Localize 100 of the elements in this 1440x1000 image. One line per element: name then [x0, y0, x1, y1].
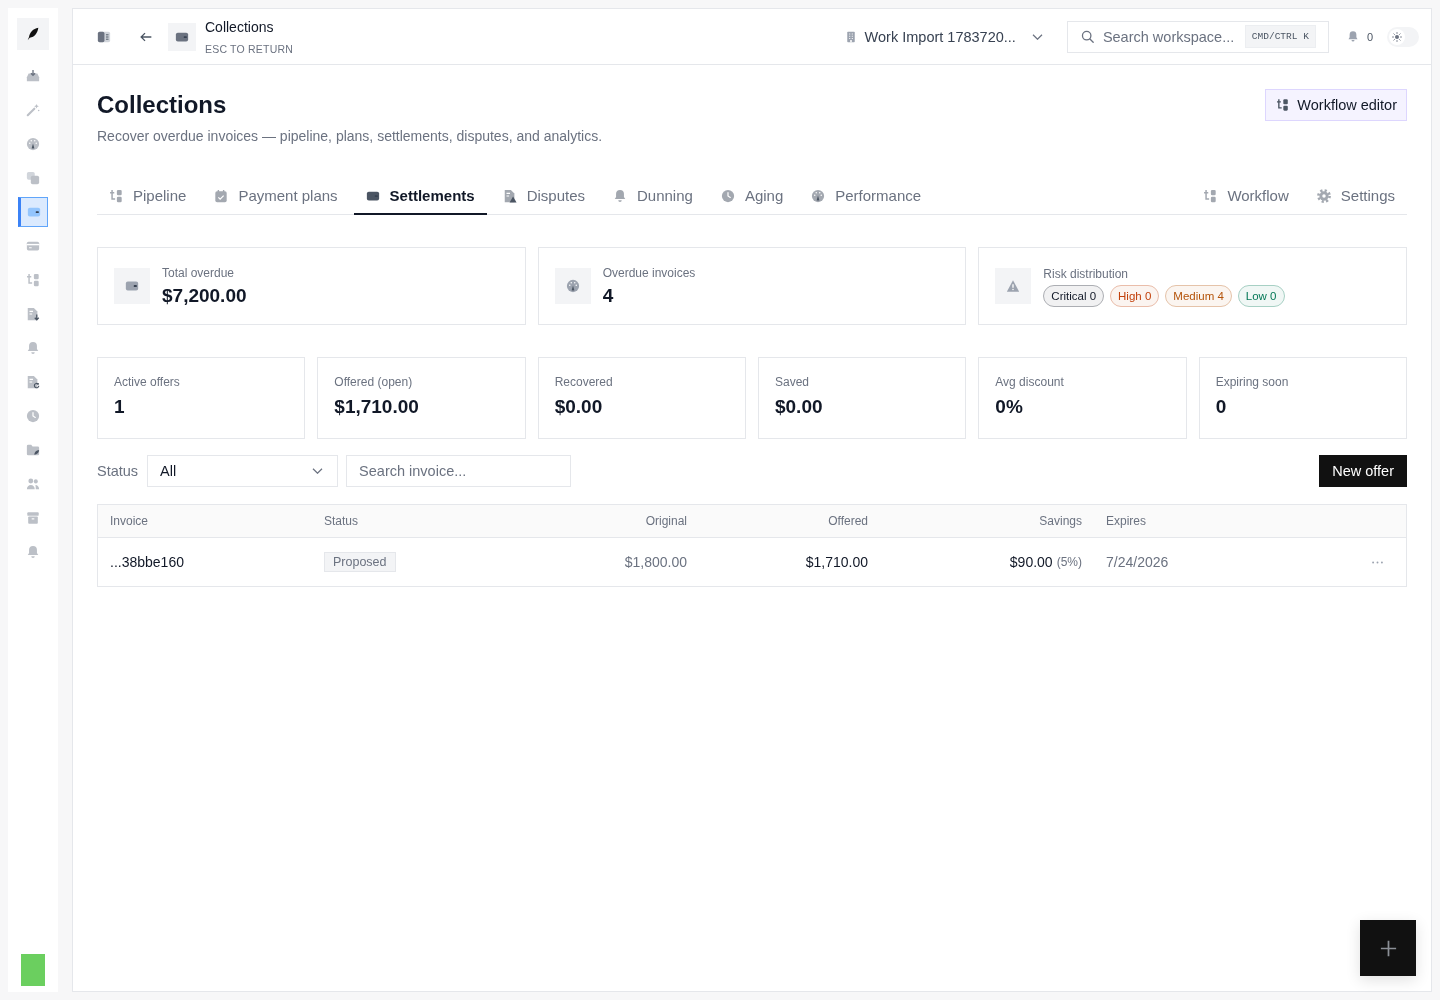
avatar-icon[interactable] [21, 954, 45, 986]
column-header: Savings [1038, 513, 1083, 530]
search-icon [1080, 30, 1094, 43]
document-download-icon [26, 307, 40, 321]
wallet-icon [114, 268, 150, 304]
theme-toggle[interactable] [1387, 26, 1419, 47]
archive-box-icon [26, 511, 40, 525]
metric-label: Avg discount [995, 374, 1065, 390]
settings-icon [1316, 188, 1331, 203]
page-title: Collections [97, 90, 228, 120]
sun-icon [1389, 28, 1405, 45]
metric-value: 1 [114, 395, 126, 419]
metric-label: Saved [775, 374, 810, 390]
metric-value: $0.00 [775, 395, 824, 419]
summary-value: 4 [602, 283, 615, 308]
status-select[interactable]: All [147, 455, 339, 487]
metric-label: Expiring soon [1215, 374, 1290, 390]
copy-icon [26, 171, 40, 185]
invoice-search-field[interactable]: Search invoice... [346, 455, 572, 487]
column-header: Invoice [109, 513, 150, 530]
sidebar-item[interactable] [18, 197, 48, 227]
hierarchy-icon [1276, 98, 1290, 112]
tab-link[interactable]: Settings [1304, 178, 1407, 215]
tab[interactable]: Payment plans [202, 178, 350, 215]
savings-amount: $90.00 [1009, 554, 1053, 570]
building-icon [844, 29, 857, 44]
chevron-down-icon [312, 468, 324, 474]
gauge-icon [811, 188, 826, 203]
clock-icon [720, 188, 735, 203]
bell-icon [613, 188, 627, 203]
warning-icon [995, 268, 1032, 304]
new-offer-button[interactable]: New offer [1319, 455, 1407, 487]
more-icon[interactable] [1371, 560, 1383, 564]
metric-value: 0 [1215, 395, 1228, 419]
metric-label: Recovered [554, 374, 614, 390]
shortcut-hint: CMD/CTRL K [1244, 25, 1316, 48]
users-icon [26, 477, 40, 491]
column-header: Offered [827, 513, 869, 530]
notifications-button[interactable]: 0 [1346, 30, 1373, 43]
plus-icon [1379, 939, 1397, 957]
workspace-search-box[interactable]: Search workspace... CMD/CTRL K [1066, 20, 1329, 53]
sidebar-toggle-icon[interactable] [97, 29, 111, 44]
wallet-icon [168, 22, 196, 51]
tab[interactable]: Dunning [601, 178, 705, 215]
risk-badge: Medium 4 [1165, 284, 1232, 307]
table-cell-text: ...38bbe160 [109, 553, 185, 572]
gauge-icon [554, 268, 591, 304]
arrow-left-icon[interactable] [140, 31, 152, 42]
risk-badge: Low 0 [1237, 284, 1285, 307]
metric-value: 0% [995, 395, 1024, 419]
summary-label: Total overdue [162, 264, 236, 281]
workflow-editor-button[interactable]: Workflow editor [1265, 89, 1407, 121]
hierarchy-icon [109, 188, 123, 203]
page-breadcrumb-title: Collections [205, 18, 275, 36]
column-header: Status [323, 513, 360, 530]
feather-icon [17, 18, 49, 50]
status-tag: Proposed [324, 552, 396, 572]
tab[interactable]: Settlements [353, 178, 487, 215]
wallet-icon [27, 205, 41, 219]
tray-download-icon [26, 69, 40, 83]
bell-icon [26, 545, 40, 559]
calendar-check-icon [214, 188, 229, 203]
bell-icon [1346, 30, 1359, 43]
metric-value: $1,710.00 [334, 395, 420, 419]
summary-label: Overdue invoices [602, 264, 696, 281]
tab[interactable]: Pipeline [97, 178, 199, 215]
risk-badge: High 0 [1110, 284, 1160, 307]
table-cell-text: $1,710.00 [804, 553, 869, 572]
document-warning-icon [502, 188, 517, 203]
column-header: Expires [1105, 513, 1147, 530]
workspace-selector[interactable]: Work Import 1783720... [838, 28, 1049, 45]
summary-label: Risk distribution [1043, 265, 1130, 282]
tab-link[interactable]: Workflow [1191, 178, 1301, 215]
page-subtitle: Recover overdue invoices — pipeline, plans, settlements, disputes, and analytics. [97, 127, 603, 145]
column-header: Original [644, 513, 688, 530]
tab[interactable]: Aging [708, 178, 796, 215]
hierarchy-icon [1203, 188, 1218, 203]
bell-icon [26, 341, 40, 355]
metric-value: $0.00 [554, 395, 604, 419]
add-button[interactable] [1360, 920, 1416, 976]
table-cell-text: $1,800.00 [623, 553, 688, 572]
folder-icon [26, 443, 40, 457]
metric-label: Active offers [114, 374, 181, 390]
workspace-search-field[interactable]: Search workspace... [1102, 28, 1236, 45]
tab[interactable]: Performance [799, 178, 934, 215]
credit-card-icon [26, 239, 40, 253]
escape-hint: ESC TO RETURN [205, 42, 293, 55]
status-filter-label: Status [97, 463, 139, 479]
gauge-icon [26, 137, 40, 151]
clock-icon [26, 409, 40, 423]
table-cell-text: 7/24/2026 [1105, 553, 1170, 572]
wand-icon [26, 103, 40, 117]
document-refresh-icon [26, 375, 40, 389]
risk-badge: Critical 0 [1043, 284, 1105, 307]
tab[interactable]: Disputes [490, 178, 597, 215]
hierarchy-icon [26, 273, 40, 287]
metric-label: Offered (open) [334, 374, 414, 390]
savings-percent: (5%) [1056, 555, 1082, 569]
summary-value: $7,200.00 [162, 283, 247, 308]
chevron-down-icon [1031, 33, 1043, 40]
